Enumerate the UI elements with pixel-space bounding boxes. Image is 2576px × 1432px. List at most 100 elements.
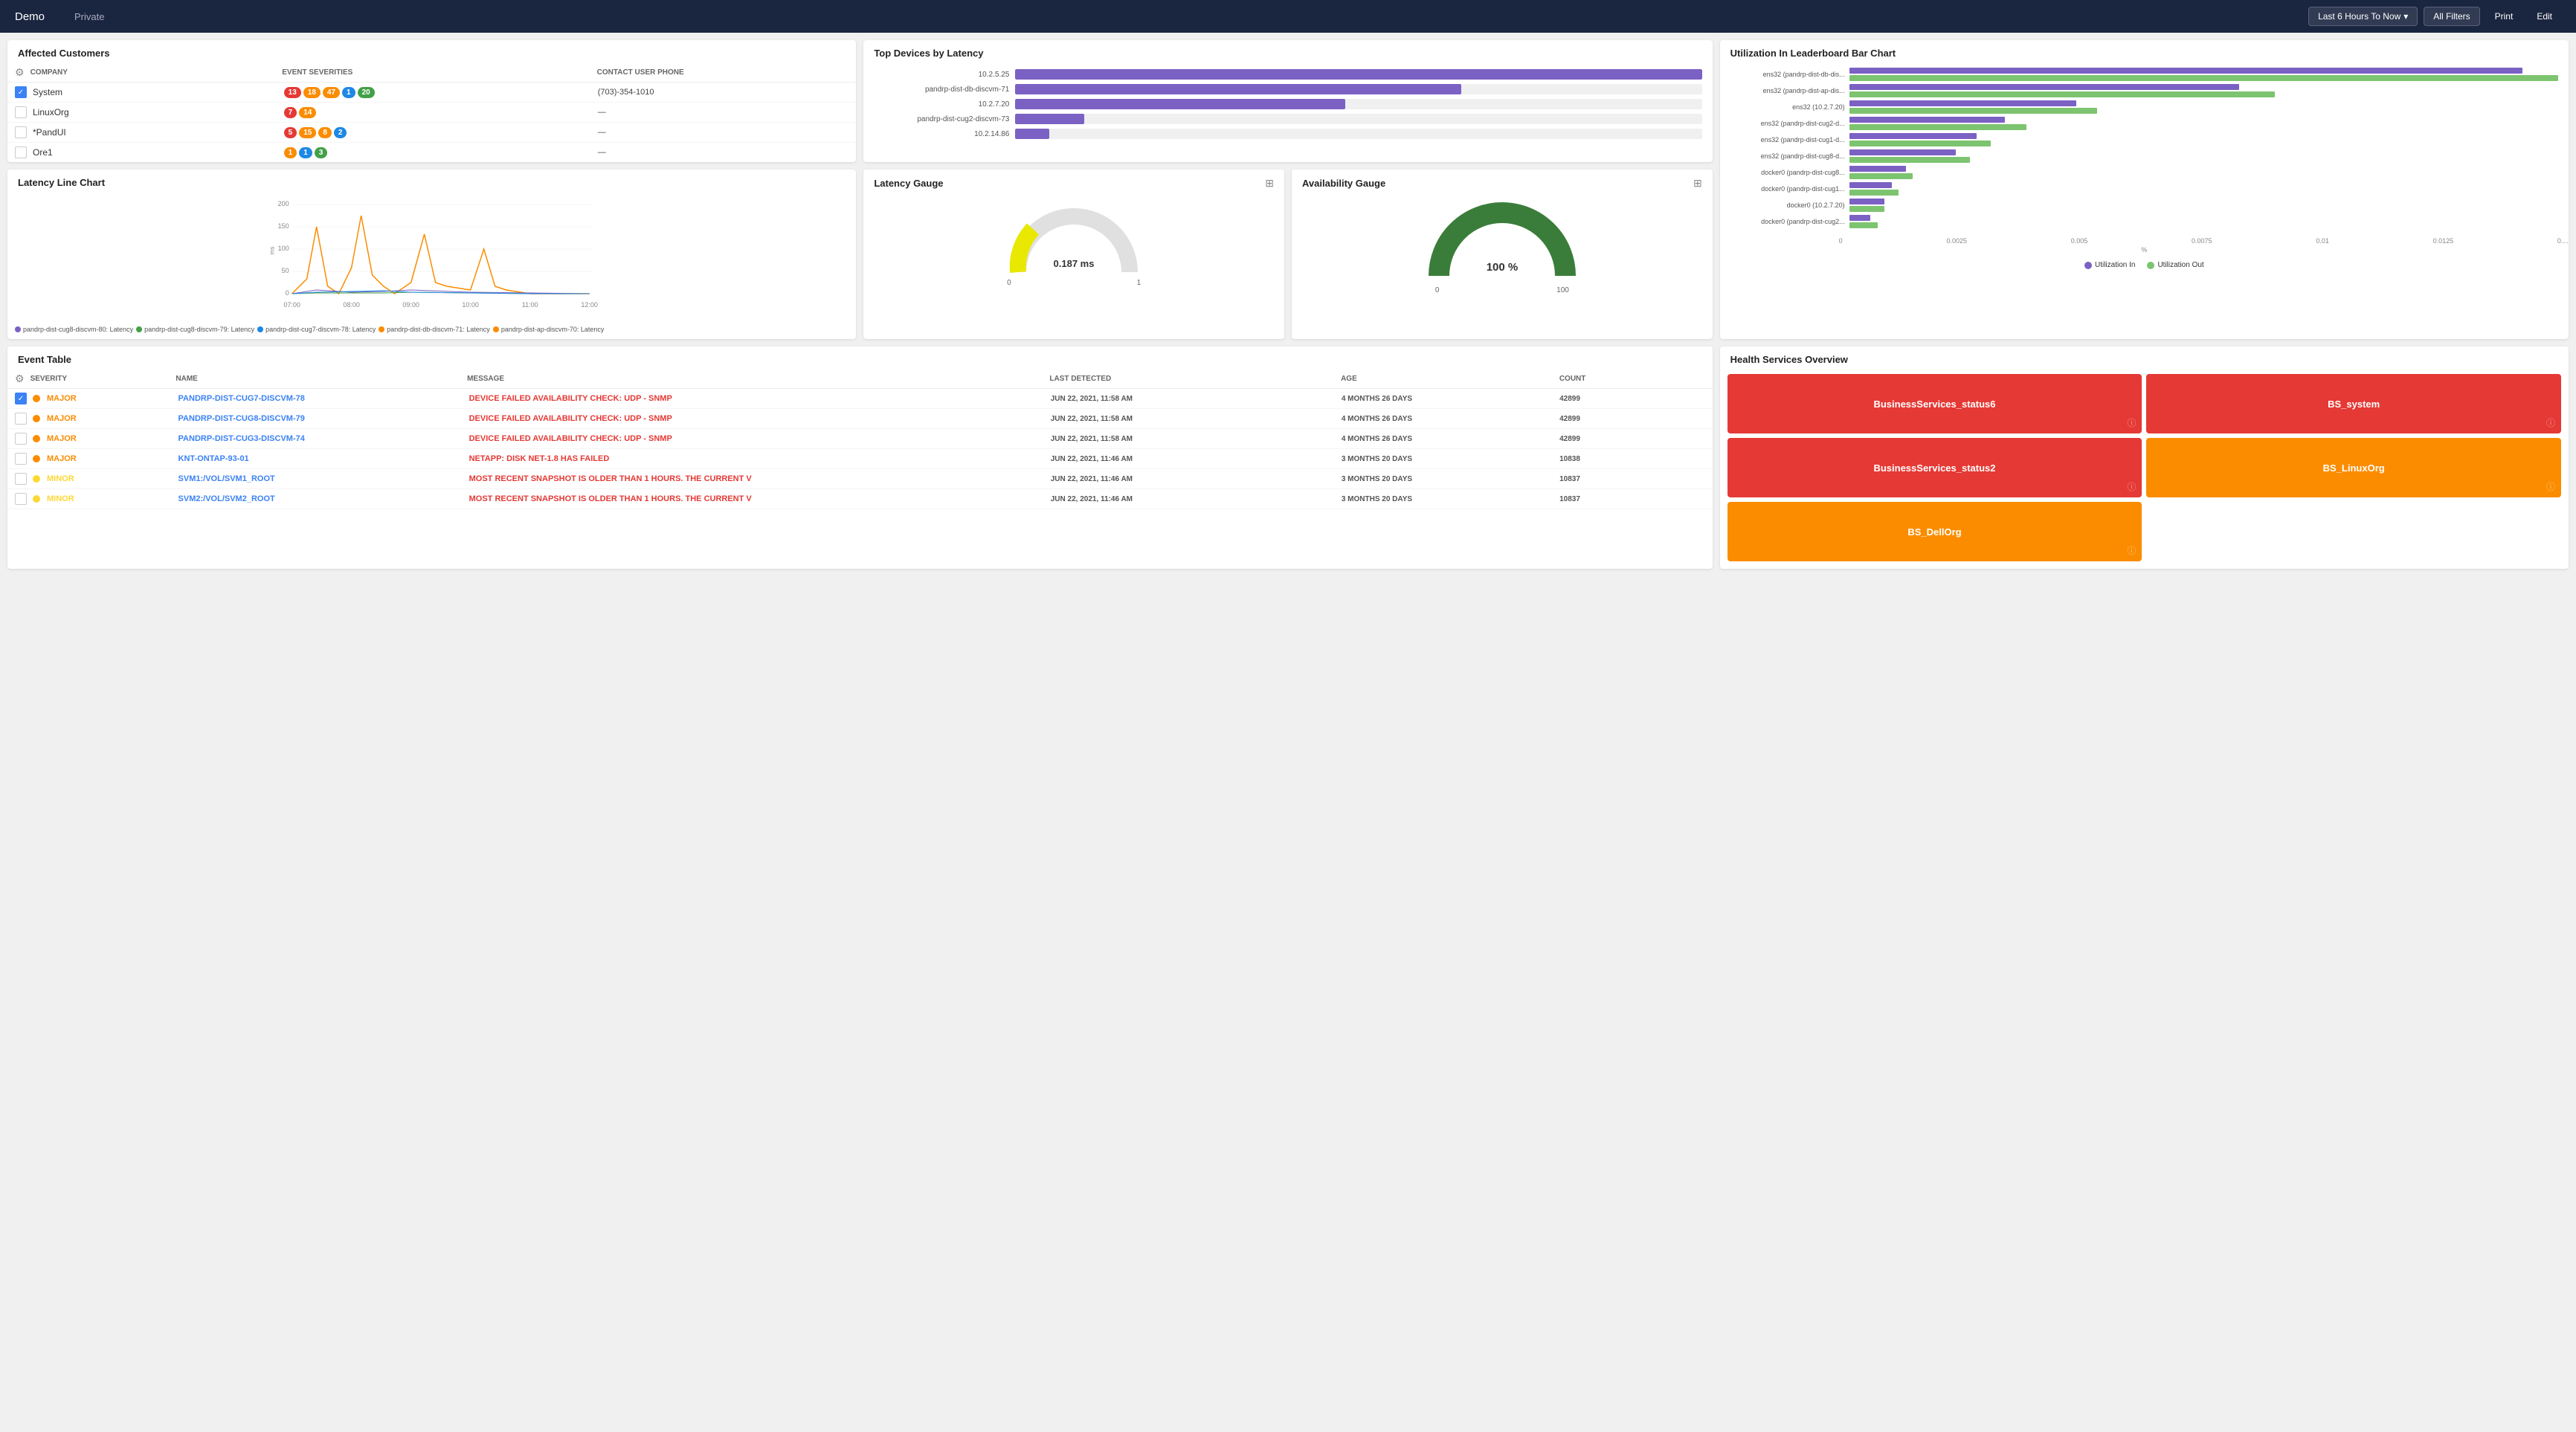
health-card[interactable]: BusinessServices_status2 ⓘ [1727, 438, 2142, 497]
bar-fill [1015, 129, 1049, 139]
util-row: docker0 (pandrp-dist-cug2... [1730, 215, 2558, 228]
availability-gauge-panel: Availability Gauge ⊞ 100 % 0 100 [1292, 170, 1713, 339]
health-card[interactable]: BS_system ⓘ [2146, 374, 2561, 433]
event-name[interactable]: SVM2:/vol/SVM2_root [178, 494, 469, 503]
event-age: 3 months 20 days [1342, 455, 1559, 463]
health-card-label: BusinessServices_status2 [1873, 462, 1995, 474]
avail-gauge-min: 0 [1435, 286, 1440, 294]
bar-container [1015, 129, 1701, 139]
company-name: Ore1 [33, 147, 284, 158]
svg-text:ms: ms [269, 247, 276, 255]
event-checkbox[interactable] [15, 393, 27, 404]
evt-col-name: NAME [176, 375, 467, 383]
customer-checkbox[interactable] [15, 146, 27, 158]
event-row: Minor SVM2:/vol/SVM2_root Most recent sn… [7, 489, 1713, 509]
svg-text:50: 50 [282, 267, 289, 274]
health-card[interactable]: BusinessServices_status6 ⓘ [1727, 374, 2142, 433]
severity-badge: 2 [334, 127, 347, 138]
severity-dot [33, 475, 40, 483]
info-icon[interactable]: ⓘ [2546, 416, 2555, 429]
severity-badge: 14 [299, 107, 316, 118]
gauge-grid-icon[interactable]: ⊞ [1265, 177, 1274, 190]
col-contact-phone: CONTACT USER PHONE [597, 68, 849, 77]
top-devices-chart: 10.2.5.25 pandrp-dist-db-discvm-71 10.2.… [863, 63, 1712, 151]
util-bar-in [1849, 117, 2006, 123]
severity-badge: 20 [358, 87, 375, 98]
customer-row: System 131847120 (703)-354-1010 [7, 83, 856, 103]
health-card-label: BusinessServices_status6 [1873, 399, 1995, 410]
availability-gauge-range: 0 100 [1435, 286, 1569, 294]
util-label: ens32 (10.2.7.20) [1730, 103, 1849, 111]
event-severity: Major [33, 414, 178, 423]
health-card[interactable]: BS_DellOrg ⓘ [1727, 502, 2142, 561]
util-row: ens32 (pandrp-dist-cug2-d... [1730, 117, 2558, 130]
affected-customers-panel: Affected Customers ⚙ COMPANY EVENT SEVER… [7, 40, 856, 162]
severity-badge: 5 [284, 127, 297, 138]
util-bars [1849, 117, 2558, 130]
svg-text:12:00: 12:00 [581, 301, 598, 309]
util-chart: ens32 (pandrp-dist-db-dis... ens32 (pand… [1720, 63, 2569, 236]
customer-checkbox[interactable] [15, 106, 27, 118]
header-actions: Last 6 Hours To Now ▾ All Filters Print … [2308, 7, 2561, 26]
severity-dot [33, 395, 40, 402]
util-row: docker0 (pandrp-dist-cug8... [1730, 166, 2558, 179]
severity-badge: 18 [303, 87, 321, 98]
x-axis-label: 0.005 [2071, 237, 2088, 245]
x-axis-label: 0.... [2557, 237, 2569, 245]
company-name: System [33, 87, 284, 97]
event-gear-icon[interactable]: ⚙ [15, 372, 25, 385]
event-row: Major KNT-ONTAP-93-01 NetApp: Disk NET-1… [7, 449, 1713, 469]
event-name[interactable]: KNT-ONTAP-93-01 [178, 454, 469, 463]
event-detected: Jun 22, 2021, 11:58 AM [1051, 435, 1342, 443]
x-axis-label: 0.01 [2316, 237, 2329, 245]
info-icon[interactable]: ⓘ [2546, 480, 2555, 493]
event-detected: Jun 22, 2021, 11:58 AM [1051, 395, 1342, 403]
print-button[interactable]: Print [2486, 7, 2522, 25]
event-name[interactable]: pandrp-dist-cug7-discvm-78 [178, 394, 469, 403]
severity-badges: 714 [284, 107, 598, 118]
severity-dot [33, 415, 40, 422]
customer-checkbox[interactable] [15, 126, 27, 138]
utilization-title: Utilization In Leaderboard Bar Chart [1720, 40, 2569, 63]
customer-checkbox[interactable] [15, 86, 27, 98]
availability-grid-icon[interactable]: ⊞ [1693, 177, 1702, 190]
edit-button[interactable]: Edit [2528, 7, 2561, 25]
legend-label: pandrp-dist-cug8-discvm-79: Latency [144, 326, 254, 333]
util-bars [1849, 182, 2558, 196]
latency-line-title: Latency Line Chart [7, 170, 856, 193]
gear-icon[interactable]: ⚙ [15, 66, 25, 79]
bar-fill [1015, 84, 1461, 94]
health-card[interactable]: BS_LinuxOrg ⓘ [2146, 438, 2561, 497]
svg-text:09:00: 09:00 [402, 301, 419, 309]
x-axis-label: 0.0025 [1946, 237, 1967, 245]
util-label: ens32 (pandrp-dist-cug1-d... [1730, 136, 1849, 143]
event-table-panel: Event Table ⚙ SEVERITY NAME MESSAGE LAST… [7, 346, 1713, 569]
util-label: ens32 (pandrp-dist-db-dis... [1730, 71, 1849, 78]
event-severity: Minor [33, 474, 178, 483]
event-detected: Jun 22, 2021, 11:46 AM [1051, 455, 1342, 463]
info-icon[interactable]: ⓘ [2127, 416, 2136, 429]
time-filter-button[interactable]: Last 6 Hours To Now ▾ [2308, 7, 2418, 26]
event-checkbox[interactable] [15, 493, 27, 505]
event-name[interactable]: pandrp-dist-cug8-discvm-79 [178, 414, 469, 423]
all-filters-button[interactable]: All Filters [2424, 7, 2479, 26]
event-detected: Jun 22, 2021, 11:46 AM [1051, 495, 1342, 503]
latency-line-panel: Latency Line Chart 200 150 100 50 0 ms 0… [7, 170, 856, 339]
event-name[interactable]: SVM1:/vol/SVM1_root [178, 474, 469, 483]
event-checkbox[interactable] [15, 413, 27, 425]
util-legend: Utilization In Utilization Out [1720, 257, 2569, 277]
severity-badges: 51582 [284, 127, 598, 138]
info-icon[interactable]: ⓘ [2127, 480, 2136, 493]
event-severity: Major [33, 394, 178, 403]
event-checkbox[interactable] [15, 473, 27, 485]
event-checkbox[interactable] [15, 433, 27, 445]
util-label: ens32 (pandrp-dist-cug2-d... [1730, 120, 1849, 127]
legend-out-label: Utilization Out [2157, 261, 2203, 269]
legend-dot [15, 326, 21, 332]
availability-gauge-title: Availability Gauge [1302, 178, 1385, 189]
event-name[interactable]: pandrp-dist-cug3-discvm-74 [178, 434, 469, 443]
info-icon[interactable]: ⓘ [2127, 544, 2136, 557]
legend-dot [379, 326, 384, 332]
event-checkbox[interactable] [15, 453, 27, 465]
severity-badges: 113 [284, 147, 598, 158]
